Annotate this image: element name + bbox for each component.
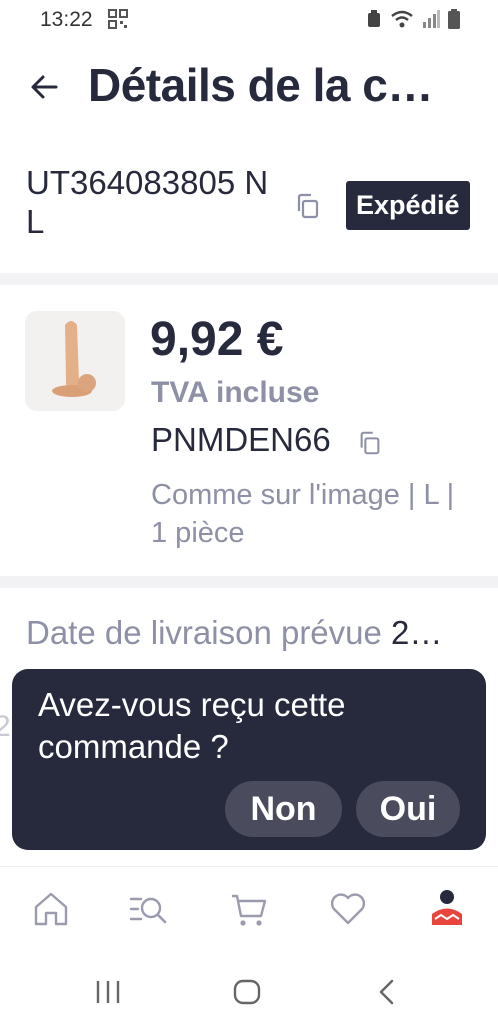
no-button[interactable]: Non <box>225 781 342 837</box>
product-sku: PNMDEN66 <box>151 421 331 458</box>
account-icon[interactable] <box>427 889 467 929</box>
signal-icon <box>422 10 440 33</box>
status-bar: 13:22 <box>0 0 498 40</box>
copy-icon[interactable] <box>357 430 383 456</box>
recycle-icon <box>366 10 382 33</box>
home-button-icon[interactable] <box>229 974 265 1010</box>
product-variant: Comme sur l'image | L | 1 pièce <box>151 479 455 549</box>
bottom-navigation <box>0 866 498 946</box>
confirmation-question: Avez-vous reçu cette commande ? <box>38 686 346 765</box>
back-icon[interactable] <box>370 974 406 1010</box>
copy-icon[interactable] <box>294 192 322 220</box>
section-divider <box>0 576 498 588</box>
recent-apps-icon[interactable] <box>90 974 126 1010</box>
wifi-icon <box>390 10 414 33</box>
delivery-date-row: Date de livraison prévue 2… <box>26 614 476 652</box>
tax-note: TVA incluse <box>151 376 320 409</box>
battery-icon <box>448 9 460 34</box>
qr-code-icon <box>108 9 128 34</box>
delivery-value: 2… <box>391 614 443 651</box>
page-title: Détails de la c… <box>88 59 433 111</box>
cart-icon[interactable] <box>229 889 269 929</box>
page-header: Détails de la c… <box>0 52 498 122</box>
yes-button[interactable]: Oui <box>356 781 460 837</box>
back-arrow-icon[interactable] <box>28 70 62 104</box>
order-number: UT364083805 NL <box>26 164 269 240</box>
product-image[interactable] <box>25 311 125 411</box>
delivery-confirmation-card: Avez-vous reçu cette commande ? Non Oui <box>12 669 486 850</box>
status-time: 13:22 <box>40 8 93 31</box>
delivery-label: Date de livraison prévue <box>26 614 382 651</box>
system-navigation <box>0 958 498 1024</box>
search-list-icon[interactable] <box>128 889 168 929</box>
section-divider <box>0 273 498 285</box>
home-icon[interactable] <box>31 889 71 929</box>
product-price: 9,92 € <box>150 313 284 366</box>
heart-icon[interactable] <box>328 889 368 929</box>
status-badge: Expédié <box>346 181 470 230</box>
obscured-text: 2 <box>0 710 11 743</box>
